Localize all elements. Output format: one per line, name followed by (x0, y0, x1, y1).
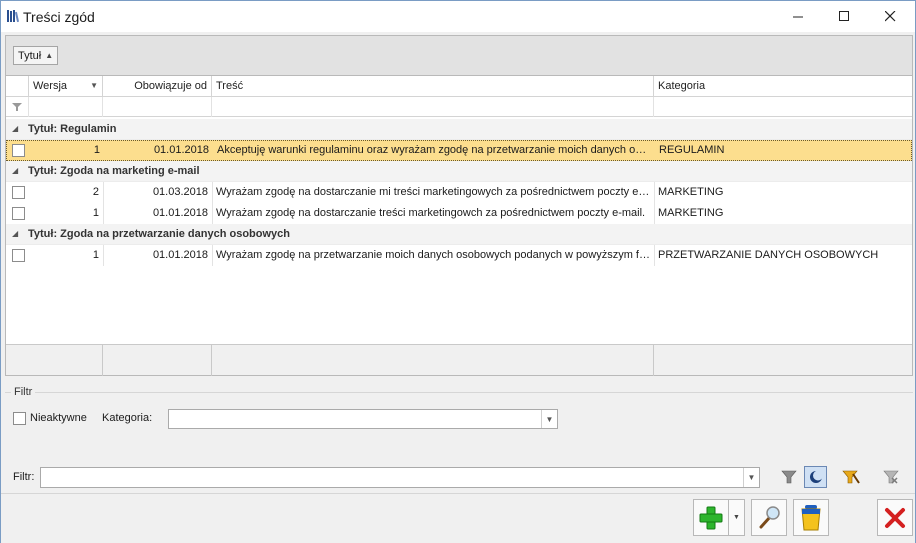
sort-descending-icon: ▼ (90, 81, 98, 90)
group-row[interactable]: ◢ Tytuł: Regulamin (6, 119, 912, 140)
cell-wersja: 2 (92, 186, 99, 198)
maximize-icon (838, 11, 849, 21)
funnel-icon (780, 470, 797, 484)
sort-ascending-icon: ▲ (45, 51, 54, 60)
footer-cell (6, 345, 103, 376)
column-header-obowiazuje-od[interactable]: Obowiązuje od (103, 76, 212, 97)
cell-obowiazuje-od: 01.03.2018 (152, 186, 208, 198)
cell-kategoria: PRZETWARZANIE DANYCH OSOBOWYCH (658, 249, 879, 261)
delete-button[interactable] (793, 499, 829, 536)
header-checkbox-column[interactable] (6, 76, 29, 97)
cell-tresc: Akceptuję warunki regulaminu oraz wyraża… (217, 144, 655, 156)
group-chip-tytul[interactable]: Tytuł ▲ (13, 46, 59, 65)
cell-kategoria: REGULAMIN (659, 144, 725, 156)
footer-cell (212, 345, 654, 376)
row-checkbox[interactable] (12, 207, 25, 220)
filter-cell-obowiazuje-od[interactable] (103, 97, 212, 117)
column-header-wersja-label: Wersja (33, 80, 68, 92)
table-row[interactable]: 1 01.01.2018 Wyrażam zgodę na przetwarza… (6, 245, 912, 266)
minimize-button[interactable] (775, 1, 821, 32)
add-button[interactable] (693, 499, 729, 536)
window-title: Treści zgód (23, 9, 95, 25)
filtr-label: Filtr: (13, 471, 35, 483)
filter-cell-wersja[interactable] (29, 97, 103, 117)
row-checkbox[interactable] (12, 249, 25, 262)
filter-groupbox-legend: Filtr (11, 386, 36, 398)
row-checkbox[interactable] (12, 144, 25, 157)
maximize-button[interactable] (821, 1, 867, 32)
collapse-icon[interactable]: ◢ (12, 124, 18, 133)
grid-header: Wersja ▼ Obowiązuje od Treść Kategoria (6, 76, 912, 97)
group-row-label: Tytuł: Zgoda na przetwarzanie danych oso… (28, 228, 290, 240)
grid-summary-footer (6, 344, 912, 376)
footer-cell (103, 345, 212, 376)
add-dropdown-button[interactable]: ▼ (728, 499, 745, 536)
column-header-tresc-label: Treść (216, 80, 244, 92)
minimize-icon (792, 16, 803, 18)
close-icon (884, 11, 895, 22)
cell-obowiazuje-od: 01.01.2018 (153, 144, 209, 156)
apply-filter-button[interactable] (777, 466, 800, 488)
edit-button[interactable] (751, 499, 787, 536)
filtr-combobox[interactable]: ▼ (40, 467, 760, 488)
books-icon (7, 10, 20, 23)
column-header-obowiazuje-od-label: Obowiązuje od (134, 80, 207, 92)
title-bar: Treści zgód (1, 1, 915, 32)
collapse-icon[interactable]: ◢ (12, 166, 18, 175)
dropdown-arrow-icon[interactable]: ▼ (541, 410, 557, 428)
filter-cell-kategoria[interactable] (654, 97, 912, 117)
cell-obowiazuje-od: 01.01.2018 (152, 249, 208, 261)
crescent-moon-icon (809, 470, 823, 483)
cell-wersja: 1 (92, 207, 99, 219)
filter-moon-button[interactable] (804, 466, 827, 488)
group-row[interactable]: ◢ Tytuł: Zgoda na przetwarzanie danych o… (6, 224, 912, 245)
group-chip-label: Tytuł (18, 49, 42, 62)
funnel-icon (12, 103, 22, 111)
nieaktywne-label: Nieaktywne (30, 412, 87, 424)
auto-filter-row (6, 97, 912, 117)
nieaktywne-checkbox[interactable] (13, 412, 26, 425)
dropdown-arrow-icon[interactable]: ▼ (743, 468, 759, 487)
column-header-kategoria-label: Kategoria (658, 80, 706, 92)
filter-cell-tresc[interactable] (212, 97, 654, 117)
table-row[interactable]: 1 01.01.2018 Wyrażam zgodę na dostarczan… (6, 203, 912, 224)
kategoria-label: Kategoria: (102, 412, 153, 424)
close-window-button[interactable] (867, 1, 913, 32)
advanced-filter-button[interactable] (839, 466, 862, 488)
row-checkbox[interactable] (12, 186, 25, 199)
group-row[interactable]: ◢ Tytuł: Zgoda na marketing e-mail (6, 161, 912, 182)
cell-tresc: Wyrażam zgodę na przetwarzanie moich dan… (216, 249, 654, 261)
table-row[interactable]: 2 01.03.2018 Wyrażam zgodę na dostarczan… (6, 182, 912, 203)
cell-kategoria: MARKETING (658, 186, 724, 198)
group-row-label: Tytuł: Zgoda na marketing e-mail (28, 165, 200, 177)
treści-zgód-window: Treści zgód Tytuł ▲ Wersja ▼ Obowiązuje … (0, 0, 916, 543)
column-header-tresc[interactable]: Treść (212, 76, 654, 97)
filter-row-indicator (6, 97, 29, 117)
cell-obowiazuje-od: 01.01.2018 (152, 207, 208, 219)
kategoria-combobox[interactable]: ▼ (168, 409, 558, 429)
cell-wersja: 1 (93, 144, 100, 156)
clear-filter-button[interactable] (879, 466, 902, 488)
consents-grid: Wersja ▼ Obowiązuje od Treść Kategoria ◢… (5, 75, 913, 376)
plus-icon (699, 506, 723, 529)
close-button[interactable] (877, 499, 913, 536)
cell-tresc: Wyrażam zgodę na dostarczanie treści mar… (216, 207, 646, 219)
chevron-down-icon: ▼ (733, 514, 740, 521)
magnifier-icon (759, 505, 780, 528)
group-row-label: Tytuł: Regulamin (28, 123, 117, 135)
trash-bin-icon (801, 504, 821, 530)
cell-kategoria: MARKETING (658, 207, 724, 219)
column-header-wersja[interactable]: Wersja ▼ (29, 76, 103, 97)
cell-tresc: Wyrażam zgodę na dostarczanie mi treści … (216, 186, 654, 198)
cell-wersja: 1 (92, 249, 99, 261)
table-row[interactable]: 1 01.01.2018 Akceptuję warunki regulamin… (6, 140, 912, 161)
funnel-clear-icon (882, 470, 899, 484)
funnel-wand-icon (841, 470, 860, 484)
footer-cell (654, 345, 912, 376)
column-header-kategoria[interactable]: Kategoria (654, 76, 912, 97)
collapse-icon[interactable]: ◢ (12, 229, 18, 238)
red-x-icon (885, 507, 905, 528)
group-by-panel: Tytuł ▲ (5, 35, 913, 75)
